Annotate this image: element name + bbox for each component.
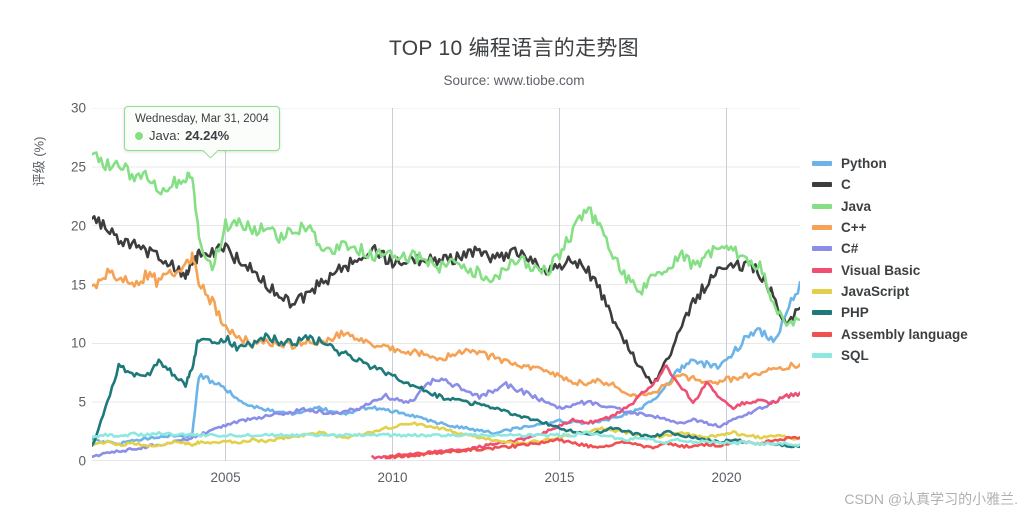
legend-swatch-icon xyxy=(812,225,832,231)
chart-tooltip: Wednesday, Mar 31, 2004 Java: 24.24% xyxy=(124,106,280,151)
legend-item-sql[interactable]: SQL xyxy=(812,345,1022,366)
legend-swatch-icon xyxy=(812,161,832,167)
chart-page: TOP 10 编程语言的走势图 Source: www.tiobe.com 评级… xyxy=(0,0,1028,517)
chart-legend: Python C Java C++ C# Visual Basic JavaScript PH… xyxy=(812,153,1022,366)
legend-item-label: PHP xyxy=(841,305,869,321)
y-tick-label: 5 xyxy=(78,394,86,410)
series-lines xyxy=(92,151,800,460)
legend-swatch-icon xyxy=(812,331,832,337)
watermark: CSDN @认真学习的小雅兰. xyxy=(844,491,1018,507)
page-title: TOP 10 编程语言的走势图 xyxy=(389,37,639,60)
y-axis-tick-labels: 30 25 20 15 10 5 0 xyxy=(0,0,86,517)
legend-item-c[interactable]: C++ xyxy=(812,217,1022,238)
legend-item-label: C# xyxy=(841,241,859,257)
legend-item-label: Python xyxy=(841,156,887,172)
chart-subtitle: Source: www.tiobe.com xyxy=(443,73,585,88)
y-tick-label: 25 xyxy=(70,159,86,175)
legend-item-label: Assembly language xyxy=(841,326,968,342)
legend-item-label: C xyxy=(841,177,851,193)
legend-swatch-icon xyxy=(812,267,832,273)
y-tick-label: 30 xyxy=(70,100,86,116)
legend-swatch-icon xyxy=(812,310,832,316)
chart-canvas xyxy=(92,108,800,461)
legend-item-c[interactable]: C xyxy=(812,174,1022,195)
y-tick-label: 0 xyxy=(78,453,86,469)
legend-item-label: C++ xyxy=(841,220,867,236)
series-line xyxy=(92,251,800,400)
legend-swatch-icon xyxy=(812,246,832,252)
x-tick-label: 2015 xyxy=(544,470,575,485)
legend-item-python[interactable]: Python xyxy=(812,153,1022,174)
legend-item-javascript[interactable]: JavaScript xyxy=(812,281,1022,302)
legend-swatch-icon xyxy=(812,352,832,358)
x-tick-label: 2010 xyxy=(377,470,408,485)
y-tick-label: 15 xyxy=(70,277,86,292)
x-tick-label: 2020 xyxy=(711,470,742,485)
tooltip-series-value: 24.24% xyxy=(185,128,230,143)
x-tick-label: 2005 xyxy=(210,470,241,485)
legend-item-php[interactable]: PHP xyxy=(812,302,1022,323)
y-tick-label: 20 xyxy=(70,218,86,234)
legend-item-label: SQL xyxy=(841,347,869,363)
tooltip-series-name: Java: xyxy=(149,128,181,143)
tooltip-arrow xyxy=(203,150,217,158)
legend-item-assembly-language[interactable]: Assembly language xyxy=(812,323,1022,344)
tooltip-date: Wednesday, Mar 31, 2004 xyxy=(135,113,269,125)
legend-item-label: JavaScript xyxy=(841,283,910,299)
legend-item-c[interactable]: C# xyxy=(812,238,1022,259)
legend-swatch-icon xyxy=(812,182,832,188)
legend-item-visual-basic[interactable]: Visual Basic xyxy=(812,259,1022,280)
legend-item-java[interactable]: Java xyxy=(812,196,1022,217)
legend-item-label: Java xyxy=(841,198,872,214)
plot-area xyxy=(92,108,800,461)
y-tick-label: 10 xyxy=(70,335,86,351)
series-marker-icon xyxy=(135,131,143,140)
legend-swatch-icon xyxy=(812,203,832,209)
legend-swatch-icon xyxy=(812,288,832,294)
legend-item-label: Visual Basic xyxy=(841,262,921,278)
tooltip-row: Java: 24.24% xyxy=(135,128,269,143)
